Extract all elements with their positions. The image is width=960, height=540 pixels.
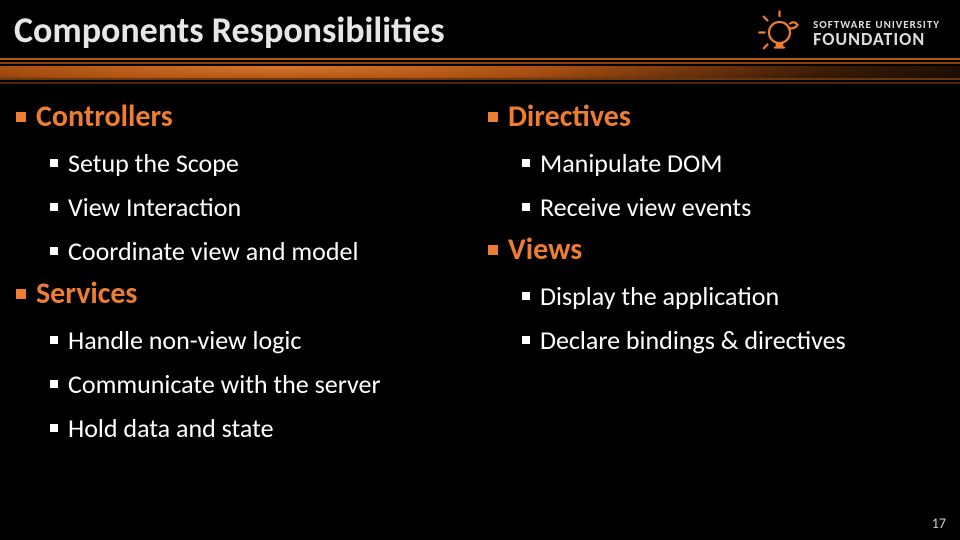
- heading-views: Views: [488, 229, 960, 274]
- square-bullet-icon: [50, 203, 58, 211]
- square-bullet-icon: [488, 112, 498, 122]
- square-bullet-icon: [522, 336, 530, 344]
- list-item: Communicate with the server: [50, 362, 480, 406]
- heading-label: Directives: [508, 98, 631, 135]
- logo-text-line2: FOUNDATION: [813, 30, 940, 49]
- list-item: View Interaction: [50, 185, 480, 229]
- list-item-label: Hold data and state: [68, 412, 274, 444]
- column-right: Directives Manipulate DOM Receive view eve…: [480, 96, 960, 450]
- list-item-label: Setup the Scope: [68, 147, 239, 179]
- header-band: [0, 58, 960, 86]
- square-bullet-icon: [522, 203, 530, 211]
- heading-label: Views: [508, 231, 582, 268]
- heading-label: Controllers: [36, 98, 173, 135]
- list-item: Receive view events: [522, 185, 960, 229]
- list-item: Setup the Scope: [50, 141, 480, 185]
- list-item: Hold data and state: [50, 406, 480, 450]
- list-item-label: Receive view events: [540, 191, 751, 223]
- square-bullet-icon: [488, 245, 498, 255]
- lightbulb-icon: [757, 10, 805, 58]
- list-item: Handle non-view logic: [50, 318, 480, 362]
- list-item-label: Display the application: [540, 280, 779, 312]
- square-bullet-icon: [522, 159, 530, 167]
- list-item: Declare bindings & directives: [522, 318, 960, 362]
- slide: Components Responsibilities SOFTWARE UNI…: [0, 0, 960, 540]
- heading-services: Services: [16, 273, 480, 318]
- page-number: 17: [932, 515, 946, 532]
- list-item-label: View Interaction: [68, 191, 241, 223]
- list-item-label: Manipulate DOM: [540, 147, 723, 179]
- list-item-label: Communicate with the server: [68, 368, 381, 400]
- list-item-label: Handle non-view logic: [68, 324, 301, 356]
- square-bullet-icon: [16, 289, 26, 299]
- column-left: Controllers Setup the Scope View Interacti…: [0, 96, 480, 450]
- square-bullet-icon: [50, 159, 58, 167]
- list-item-label: Declare bindings & directives: [540, 324, 846, 356]
- slide-title: Components Responsibilities: [14, 8, 445, 52]
- square-bullet-icon: [50, 424, 58, 432]
- list-item: Manipulate DOM: [522, 141, 960, 185]
- square-bullet-icon: [50, 336, 58, 344]
- square-bullet-icon: [50, 380, 58, 388]
- list-item: Coordinate view and model: [50, 229, 480, 273]
- content-columns: Controllers Setup the Scope View Interacti…: [0, 96, 960, 450]
- list-item-label: Coordinate view and model: [68, 235, 358, 267]
- square-bullet-icon: [16, 112, 26, 122]
- heading-directives: Directives: [488, 96, 960, 141]
- square-bullet-icon: [50, 247, 58, 255]
- heading-label: Services: [36, 275, 137, 312]
- list-item: Display the application: [522, 274, 960, 318]
- brand-logo: SOFTWARE UNIVERSITY FOUNDATION: [757, 10, 940, 58]
- heading-controllers: Controllers: [16, 96, 480, 141]
- square-bullet-icon: [522, 292, 530, 300]
